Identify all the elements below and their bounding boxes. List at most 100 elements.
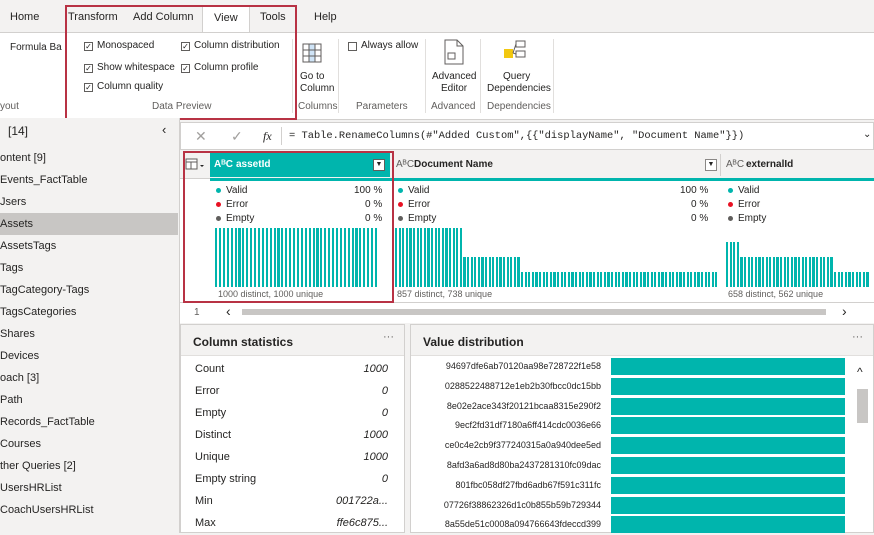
column-type-icon[interactable]: AᴮC [396, 155, 414, 175]
distribution-bar [844, 272, 847, 287]
empty-label: Empty [728, 213, 766, 224]
distribution-bar [603, 272, 606, 287]
formula-bar-toggle[interactable]: Formula Ba [10, 42, 62, 53]
distribution-bar [736, 242, 739, 287]
query-item[interactable]: UsersHRList [0, 477, 178, 499]
query-item[interactable]: oach [3] [0, 367, 178, 389]
go-to-column-label-2[interactable]: Column [300, 83, 334, 94]
distribution-bar [801, 257, 804, 287]
distribution-bar [488, 257, 491, 287]
advanced-editor-label-1[interactable]: Advanced [432, 71, 476, 82]
column-type-icon[interactable]: AᴮC [726, 155, 744, 175]
value-bar [611, 437, 845, 455]
column-distribution-chart [726, 228, 874, 287]
queries-count: [14] [8, 124, 29, 138]
vertical-scrollbar[interactable] [857, 389, 868, 423]
more-options-icon[interactable]: ··· [852, 331, 863, 343]
distribution-bar [467, 257, 470, 287]
filter-dropdown-icon[interactable]: ▼ [705, 159, 717, 171]
distribution-bar [826, 257, 829, 287]
statistic-label: Empty [195, 407, 227, 419]
scroll-up-icon[interactable]: ^ [857, 365, 863, 379]
distribution-bar [729, 242, 732, 287]
query-dependencies-label-1[interactable]: Query [503, 71, 530, 82]
query-item[interactable]: Courses [0, 433, 178, 455]
value-row: 94697dfe6ab70120aa98e728722f1e58 [411, 357, 845, 377]
collapse-pane-icon[interactable]: ‹ [162, 122, 166, 137]
statistic-value: 001722a... [336, 495, 388, 507]
commit-icon[interactable]: ✓ [231, 128, 243, 145]
column-name-document-name[interactable]: Document Name [414, 155, 493, 175]
query-item[interactable]: Jsers [0, 191, 178, 213]
horizontal-scrollbar[interactable] [242, 309, 826, 315]
advanced-editor-label-2[interactable]: Editor [441, 83, 467, 94]
go-to-column-icon[interactable] [302, 43, 322, 63]
distribution-bar [409, 228, 412, 287]
distribution-bar [819, 257, 822, 287]
distribution-bar [701, 272, 704, 287]
cancel-icon[interactable]: ✕ [195, 128, 207, 145]
statistic-label: Min [195, 495, 213, 507]
distribution-bar [639, 272, 642, 287]
query-dependencies-label-2[interactable]: Dependencies [487, 83, 551, 94]
distribution-bar [492, 257, 495, 287]
distribution-bar [686, 272, 689, 287]
query-item[interactable]: TagCategory-Tags [0, 279, 178, 301]
column-statistics-panel: Column statistics ··· Count 1000 Error 0 Emp… [180, 324, 405, 533]
columns-group-label: Columns [298, 101, 338, 112]
value-bar [611, 417, 845, 435]
ribbon-separator [480, 39, 481, 113]
distribution-bar [549, 272, 552, 287]
formula-text[interactable]: = Table.RenameColumns(#"Added Custom",{{… [289, 130, 744, 142]
always-allow-checkbox[interactable] [348, 42, 357, 51]
query-item[interactable]: TagsCategories [0, 301, 178, 323]
distribution-bar [697, 272, 700, 287]
scroll-left-icon[interactable]: ‹ [226, 303, 231, 319]
advanced-editor-icon[interactable] [443, 39, 465, 65]
distribution-bar [848, 272, 851, 287]
column-name-externalid[interactable]: externalId [746, 155, 793, 175]
distribution-bar [582, 272, 585, 287]
distribution-bar [499, 257, 502, 287]
distribution-bar [449, 228, 452, 287]
distribution-bar [776, 257, 779, 287]
distribution-bar [693, 272, 696, 287]
query-item[interactable]: CoachUsersHRList [0, 499, 178, 521]
go-to-column-label-1[interactable]: Go to [300, 71, 324, 82]
value-bar [611, 397, 845, 415]
distribution-bar [647, 272, 650, 287]
statistic-value: 0 [381, 473, 388, 485]
distribution-bar [726, 242, 729, 287]
column-divider [720, 154, 721, 176]
expand-formula-icon[interactable]: ⌄ [863, 129, 871, 140]
query-item[interactable]: Tags [0, 257, 178, 279]
tab-help[interactable]: Help [314, 11, 337, 23]
query-item[interactable]: Assets [0, 213, 178, 235]
query-item[interactable]: Shares [0, 323, 178, 345]
value-row: 9ecf2fd31df7180a6ff414cdc0036e66 [411, 416, 845, 436]
distribution-bar [754, 257, 757, 287]
value-label: 8a55de51c0008a094766643fdeccd399 [444, 519, 601, 530]
query-dependencies-icon[interactable] [503, 39, 527, 65]
layout-group-label: yout [0, 101, 19, 112]
distribution-bar [456, 228, 459, 287]
query-item[interactable]: Records_FactTable [0, 411, 178, 433]
distribution-bar [679, 272, 682, 287]
query-item[interactable]: Path [0, 389, 178, 411]
valid-percent: 100 % [680, 185, 709, 196]
query-item[interactable]: Devices [0, 345, 178, 367]
dependencies-group-label: Dependencies [487, 101, 551, 112]
distribution-bar [463, 257, 466, 287]
distribution-bar [672, 272, 675, 287]
query-item[interactable]: AssetsTags [0, 235, 178, 257]
scroll-right-icon[interactable]: › [842, 303, 847, 319]
distribution-bar [654, 272, 657, 287]
fx-icon[interactable]: fx [263, 129, 272, 144]
value-distribution-panel: Value distribution ··· 94697dfe6ab70120a… [410, 324, 874, 534]
more-options-icon[interactable]: ··· [383, 331, 394, 343]
tab-home[interactable]: Home [10, 11, 39, 23]
query-item[interactable]: Events_FactTable [0, 169, 178, 191]
query-item[interactable]: ther Queries [2] [0, 455, 178, 477]
query-item[interactable]: ontent [9] [0, 147, 178, 169]
value-label: 94697dfe6ab70120aa98e728722f1e58 [445, 361, 601, 371]
